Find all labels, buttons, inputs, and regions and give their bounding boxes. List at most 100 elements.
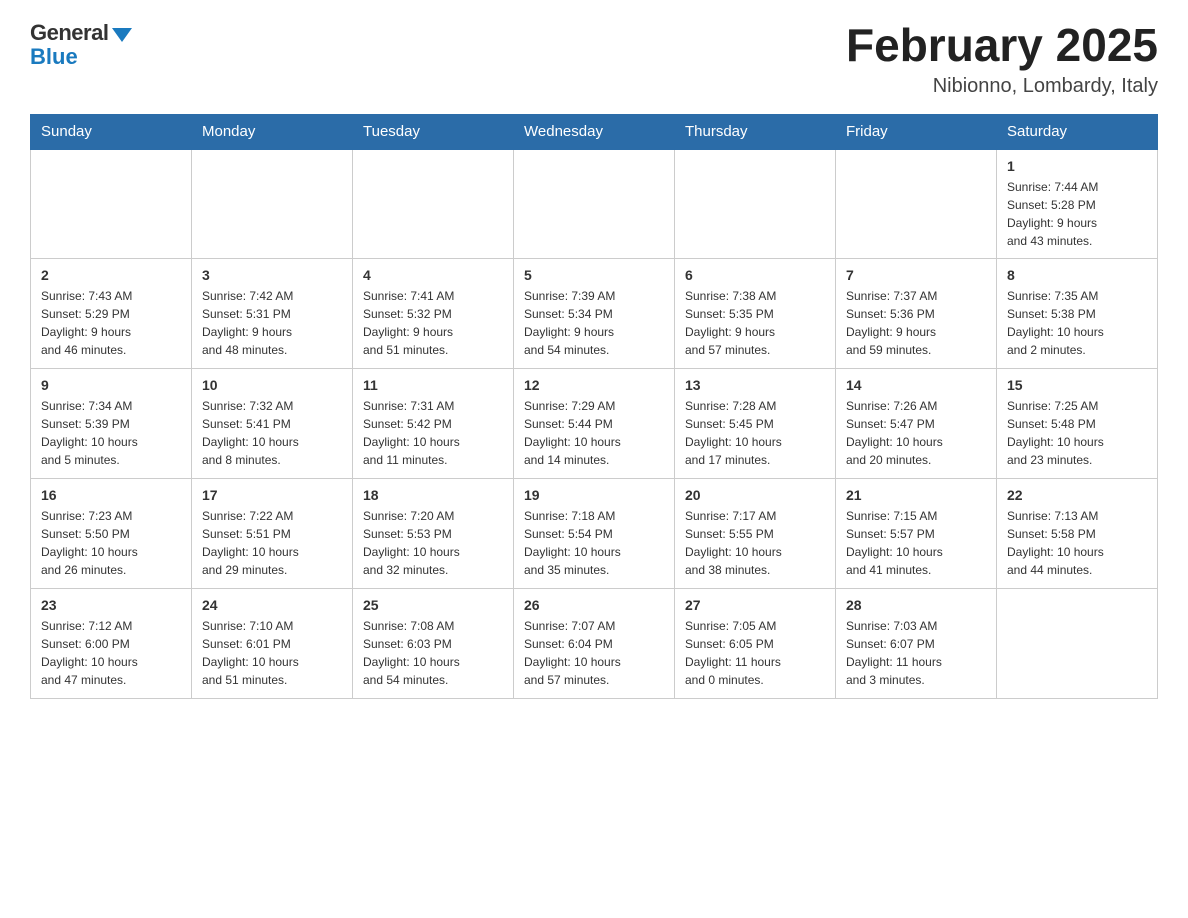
calendar-cell: 7 Sunrise: 7:37 AM Sunset: 5:36 PM Daylig… [836, 259, 997, 369]
day-number: 14 [846, 377, 986, 393]
calendar-cell: 18 Sunrise: 7:20 AM Sunset: 5:53 PM Dayli… [353, 479, 514, 589]
calendar-cell: 11 Sunrise: 7:31 AM Sunset: 5:42 PM Dayli… [353, 369, 514, 479]
calendar-cell: 12 Sunrise: 7:29 AM Sunset: 5:44 PM Dayli… [514, 369, 675, 479]
day-number: 25 [363, 597, 503, 613]
day-info: Sunrise: 7:39 AM Sunset: 5:34 PM Dayligh… [524, 287, 664, 359]
day-info: Sunrise: 7:05 AM Sunset: 6:05 PM Dayligh… [685, 617, 825, 689]
calendar-cell: 5 Sunrise: 7:39 AM Sunset: 5:34 PM Daylig… [514, 259, 675, 369]
day-number: 17 [202, 487, 342, 503]
day-number: 11 [363, 377, 503, 393]
calendar-cell: 21 Sunrise: 7:15 AM Sunset: 5:57 PM Dayli… [836, 479, 997, 589]
calendar-cell: 10Sunrise: 7:32 AM Sunset: 5:41 PM Dayli… [192, 369, 353, 479]
day-number: 28 [846, 597, 986, 613]
calendar-cell: 1 Sunrise: 7:44 AM Sunset: 5:28 PM Daylig… [997, 149, 1158, 259]
day-number: 1 [1007, 158, 1147, 174]
day-number: 20 [685, 487, 825, 503]
calendar-week-row: 23 Sunrise: 7:12 AM Sunset: 6:00 PM Dayli… [31, 589, 1158, 699]
day-number: 18 [363, 487, 503, 503]
column-header-sunday: Sunday [31, 114, 192, 149]
column-header-saturday: Saturday [997, 114, 1158, 149]
column-header-monday: Monday [192, 114, 353, 149]
calendar-cell: 17 Sunrise: 7:22 AM Sunset: 5:51 PM Dayli… [192, 479, 353, 589]
calendar-cell: 4 Sunrise: 7:41 AM Sunset: 5:32 PM Daylig… [353, 259, 514, 369]
logo: General Blue [30, 20, 132, 70]
logo-general-text: General [30, 20, 108, 46]
calendar-cell: 25 Sunrise: 7:08 AM Sunset: 6:03 PM Dayli… [353, 589, 514, 699]
day-number: 6 [685, 267, 825, 283]
calendar-cell: 19 Sunrise: 7:18 AM Sunset: 5:54 PM Dayli… [514, 479, 675, 589]
month-title: February 2025 [846, 20, 1158, 71]
day-info: Sunrise: 7:07 AM Sunset: 6:04 PM Dayligh… [524, 617, 664, 689]
day-info: Sunrise: 7:23 AM Sunset: 5:50 PM Dayligh… [41, 507, 181, 579]
day-info: Sunrise: 7:43 AM Sunset: 5:29 PM Dayligh… [41, 287, 181, 359]
day-number: 16 [41, 487, 181, 503]
page-header: General Blue February 2025 Nibionno, Lom… [30, 20, 1158, 98]
calendar-cell: 23 Sunrise: 7:12 AM Sunset: 6:00 PM Dayli… [31, 589, 192, 699]
day-info: Sunrise: 7:12 AM Sunset: 6:00 PM Dayligh… [41, 617, 181, 689]
calendar-cell: 2 Sunrise: 7:43 AM Sunset: 5:29 PM Daylig… [31, 259, 192, 369]
day-number: 10 [202, 377, 342, 393]
day-info: Sunrise: 7:35 AM Sunset: 5:38 PM Dayligh… [1007, 287, 1147, 359]
location-text: Nibionno, Lombardy, Italy [846, 75, 1158, 98]
calendar-week-row: 9 Sunrise: 7:34 AM Sunset: 5:39 PM Daylig… [31, 369, 1158, 479]
day-number: 9 [41, 377, 181, 393]
calendar-cell: 24 Sunrise: 7:10 AM Sunset: 6:01 PM Dayli… [192, 589, 353, 699]
calendar-table: SundayMondayTuesdayWednesdayThursdayFrid… [30, 114, 1158, 700]
day-info: Sunrise: 7:08 AM Sunset: 6:03 PM Dayligh… [363, 617, 503, 689]
day-info: Sunrise: 7:37 AM Sunset: 5:36 PM Dayligh… [846, 287, 986, 359]
day-info: Sunrise: 7:18 AM Sunset: 5:54 PM Dayligh… [524, 507, 664, 579]
day-info: Sunrise: 7:15 AM Sunset: 5:57 PM Dayligh… [846, 507, 986, 579]
day-info: Sunrise: 7:34 AM Sunset: 5:39 PM Dayligh… [41, 397, 181, 469]
logo-blue-text: Blue [30, 44, 78, 70]
calendar-cell: 15Sunrise: 7:25 AM Sunset: 5:48 PM Dayli… [997, 369, 1158, 479]
calendar-cell [353, 149, 514, 259]
day-number: 2 [41, 267, 181, 283]
calendar-cell: 27 Sunrise: 7:05 AM Sunset: 6:05 PM Dayli… [675, 589, 836, 699]
calendar-cell: 20 Sunrise: 7:17 AM Sunset: 5:55 PM Dayli… [675, 479, 836, 589]
calendar-cell: 28 Sunrise: 7:03 AM Sunset: 6:07 PM Dayli… [836, 589, 997, 699]
calendar-cell: 26Sunrise: 7:07 AM Sunset: 6:04 PM Dayli… [514, 589, 675, 699]
day-info: Sunrise: 7:44 AM Sunset: 5:28 PM Dayligh… [1007, 178, 1147, 250]
calendar-week-row: 16 Sunrise: 7:23 AM Sunset: 5:50 PM Dayli… [31, 479, 1158, 589]
day-number: 7 [846, 267, 986, 283]
column-header-wednesday: Wednesday [514, 114, 675, 149]
calendar-cell: 3Sunrise: 7:42 AM Sunset: 5:31 PM Daylig… [192, 259, 353, 369]
calendar-cell [514, 149, 675, 259]
calendar-cell [31, 149, 192, 259]
day-number: 5 [524, 267, 664, 283]
calendar-cell [675, 149, 836, 259]
day-number: 27 [685, 597, 825, 613]
day-info: Sunrise: 7:31 AM Sunset: 5:42 PM Dayligh… [363, 397, 503, 469]
day-info: Sunrise: 7:13 AM Sunset: 5:58 PM Dayligh… [1007, 507, 1147, 579]
calendar-cell: 6Sunrise: 7:38 AM Sunset: 5:35 PM Daylig… [675, 259, 836, 369]
day-info: Sunrise: 7:41 AM Sunset: 5:32 PM Dayligh… [363, 287, 503, 359]
day-info: Sunrise: 7:28 AM Sunset: 5:45 PM Dayligh… [685, 397, 825, 469]
day-number: 13 [685, 377, 825, 393]
day-number: 8 [1007, 267, 1147, 283]
day-info: Sunrise: 7:20 AM Sunset: 5:53 PM Dayligh… [363, 507, 503, 579]
day-info: Sunrise: 7:03 AM Sunset: 6:07 PM Dayligh… [846, 617, 986, 689]
day-number: 21 [846, 487, 986, 503]
calendar-cell [192, 149, 353, 259]
day-info: Sunrise: 7:29 AM Sunset: 5:44 PM Dayligh… [524, 397, 664, 469]
day-number: 19 [524, 487, 664, 503]
title-section: February 2025 Nibionno, Lombardy, Italy [846, 20, 1158, 98]
day-info: Sunrise: 7:17 AM Sunset: 5:55 PM Dayligh… [685, 507, 825, 579]
day-number: 24 [202, 597, 342, 613]
calendar-header-row: SundayMondayTuesdayWednesdayThursdayFrid… [31, 114, 1158, 149]
column-header-tuesday: Tuesday [353, 114, 514, 149]
day-info: Sunrise: 7:22 AM Sunset: 5:51 PM Dayligh… [202, 507, 342, 579]
calendar-week-row: 1 Sunrise: 7:44 AM Sunset: 5:28 PM Daylig… [31, 149, 1158, 259]
day-info: Sunrise: 7:10 AM Sunset: 6:01 PM Dayligh… [202, 617, 342, 689]
calendar-cell: 14Sunrise: 7:26 AM Sunset: 5:47 PM Dayli… [836, 369, 997, 479]
day-info: Sunrise: 7:25 AM Sunset: 5:48 PM Dayligh… [1007, 397, 1147, 469]
day-number: 3 [202, 267, 342, 283]
calendar-cell [836, 149, 997, 259]
calendar-cell: 9 Sunrise: 7:34 AM Sunset: 5:39 PM Daylig… [31, 369, 192, 479]
column-header-friday: Friday [836, 114, 997, 149]
day-number: 4 [363, 267, 503, 283]
column-header-thursday: Thursday [675, 114, 836, 149]
day-number: 12 [524, 377, 664, 393]
day-number: 23 [41, 597, 181, 613]
day-number: 22 [1007, 487, 1147, 503]
